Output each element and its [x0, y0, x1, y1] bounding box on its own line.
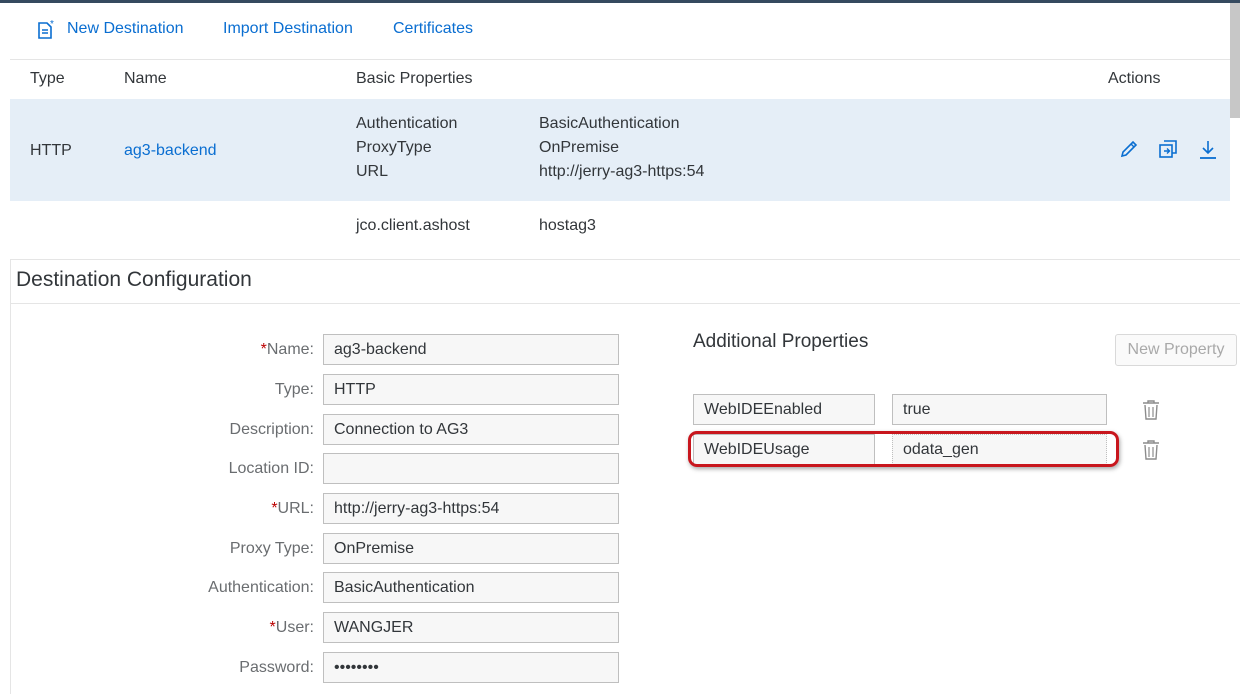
- panel-title: Destination Configuration: [16, 268, 252, 291]
- name-label: *Name:: [260, 341, 314, 358]
- divider: [10, 303, 1240, 304]
- svg-text:*: *: [50, 19, 54, 30]
- proxy-type-field[interactable]: OnPremise: [323, 533, 619, 564]
- certificates-link[interactable]: Certificates: [393, 19, 473, 39]
- trash-icon[interactable]: [1141, 399, 1161, 421]
- description-field[interactable]: Connection to AG3: [323, 414, 619, 445]
- name-field[interactable]: ag3-backend: [323, 334, 619, 365]
- header-type: Type: [30, 70, 65, 87]
- additional-properties-title: Additional Properties: [693, 331, 869, 352]
- location-id-label: Location ID:: [228, 460, 314, 477]
- new-destination-icon[interactable]: *: [36, 19, 56, 41]
- clone-icon[interactable]: [1157, 138, 1179, 160]
- scrollbar[interactable]: [1230, 3, 1240, 118]
- row-prop-value: BasicAuthentication: [539, 115, 680, 132]
- new-destination-link[interactable]: New Destination: [67, 19, 184, 39]
- row-name-link[interactable]: ag3-backend: [124, 139, 217, 163]
- row-prop-key: ProxyType: [356, 139, 432, 156]
- table-row[interactable]: [10, 201, 1230, 251]
- user-field[interactable]: WANGJER: [323, 612, 619, 643]
- toolbar: * New Destination Import Destination Cer…: [0, 3, 1230, 59]
- row-prop-key: Authentication: [356, 115, 458, 132]
- new-property-button[interactable]: New Property: [1115, 334, 1237, 366]
- import-destination-link[interactable]: Import Destination: [223, 19, 353, 39]
- row-prop-key: URL: [356, 163, 389, 180]
- property-key-input[interactable]: WebIDEEnabled: [693, 394, 875, 425]
- header-actions: Actions: [1108, 70, 1161, 87]
- row-prop-value: hostag3: [539, 217, 596, 234]
- row-type: HTTP: [30, 142, 72, 159]
- type-field[interactable]: HTTP: [323, 374, 619, 405]
- header-basic-properties: Basic Properties: [356, 70, 473, 87]
- proxy-type-label: Proxy Type:: [229, 540, 314, 557]
- row-prop-value: OnPremise: [539, 139, 620, 156]
- header-name: Name: [124, 70, 167, 87]
- description-label: Description:: [229, 421, 314, 438]
- row-prop-key: jco.client.ashost: [356, 217, 470, 234]
- url-label: *URL:: [271, 500, 314, 517]
- authentication-label: Authentication:: [208, 579, 314, 596]
- download-icon[interactable]: [1197, 138, 1219, 160]
- type-label: Type:: [274, 381, 314, 398]
- row-prop-value: http://jerry-ag3-https:54: [539, 163, 705, 180]
- trash-icon[interactable]: [1141, 439, 1161, 461]
- table-header: Type Name Basic Properties Actions: [10, 59, 1230, 100]
- url-field[interactable]: http://jerry-ag3-https:54: [323, 493, 619, 524]
- password-label: Password:: [239, 659, 314, 676]
- property-value-input[interactable]: true: [892, 394, 1107, 425]
- location-id-field[interactable]: [323, 453, 619, 484]
- edit-icon[interactable]: [1118, 138, 1140, 160]
- highlight-annotation: [688, 431, 1119, 467]
- user-label: *User:: [269, 619, 314, 636]
- authentication-field[interactable]: BasicAuthentication: [323, 572, 619, 603]
- password-field[interactable]: ••••••••: [323, 652, 619, 683]
